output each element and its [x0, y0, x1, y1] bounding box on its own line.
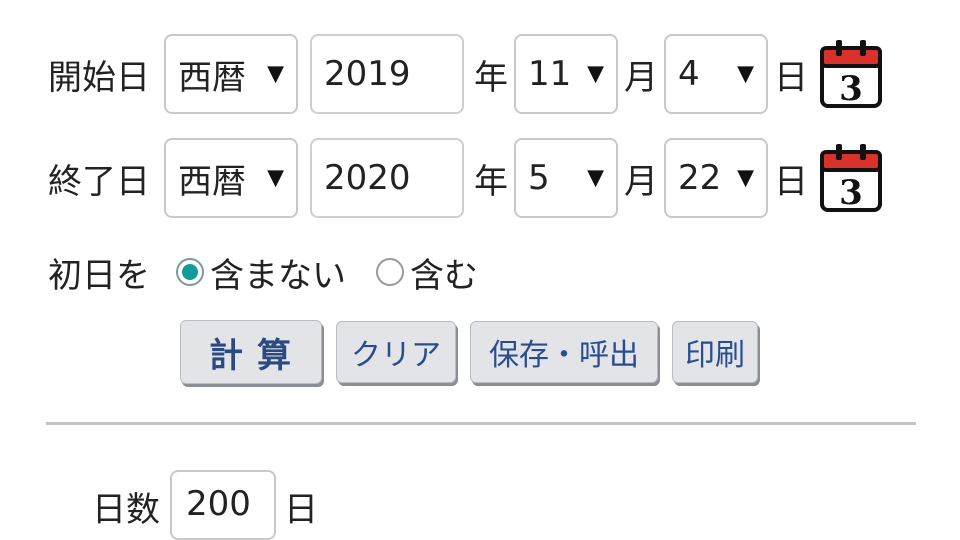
- result-row: 日数 200 日: [92, 470, 318, 540]
- start-month-unit: 月: [624, 57, 658, 98]
- start-month-select[interactable]: 11 ▼: [514, 34, 618, 114]
- end-day-select[interactable]: 22 ▼: [664, 138, 768, 218]
- action-buttons: 計算 クリア 保存・呼出 印刷: [180, 320, 772, 384]
- end-date-label: 終了日: [48, 161, 150, 202]
- calendar-icon[interactable]: 3: [818, 142, 884, 214]
- calendar-day-number: 3: [839, 173, 863, 213]
- end-date-row: 終了日 西暦 ▼ 2020 年 5 ▼ 月 22 ▼ 日 3: [48, 138, 884, 218]
- first-day-row: 初日を 含まない 含む: [48, 242, 478, 302]
- result-label: 日数: [92, 490, 160, 530]
- calendar-icon[interactable]: 3: [818, 38, 884, 110]
- dropdown-arrow-icon: ▼: [587, 61, 604, 87]
- end-era-value: 西暦: [178, 161, 246, 202]
- end-year-input[interactable]: 2020: [310, 138, 464, 218]
- end-month-value: 5: [528, 158, 550, 198]
- start-date-row: 開始日 西暦 ▼ 2019 年 11 ▼ 月 4 ▼ 日 3: [48, 34, 884, 114]
- start-year-unit: 年: [474, 57, 508, 98]
- calculate-button[interactable]: 計算: [180, 320, 322, 384]
- save-load-button[interactable]: 保存・呼出: [470, 321, 658, 383]
- print-button[interactable]: 印刷: [672, 321, 758, 383]
- dropdown-arrow-icon: ▼: [737, 61, 754, 87]
- start-day-select[interactable]: 4 ▼: [664, 34, 768, 114]
- start-day-value: 4: [678, 54, 700, 94]
- radio-include-label[interactable]: 含む: [410, 248, 478, 297]
- end-day-unit: 日: [774, 161, 808, 202]
- result-days-field: 200: [170, 470, 276, 540]
- end-year-value: 2020: [324, 158, 411, 198]
- calendar-day-number: 3: [839, 69, 863, 109]
- dropdown-arrow-icon: ▼: [737, 165, 754, 191]
- dropdown-arrow-icon: ▼: [587, 165, 604, 191]
- start-era-value: 西暦: [178, 57, 246, 98]
- start-month-value: 11: [528, 54, 572, 94]
- first-day-label: 初日を: [48, 255, 150, 296]
- divider: [46, 422, 916, 425]
- start-era-select[interactable]: 西暦 ▼: [164, 34, 298, 114]
- clear-button[interactable]: クリア: [336, 321, 456, 383]
- radio-include-first-day[interactable]: [376, 258, 404, 286]
- result-unit: 日: [284, 490, 318, 530]
- end-year-unit: 年: [474, 161, 508, 202]
- dropdown-arrow-icon: ▼: [267, 165, 284, 191]
- start-year-value: 2019: [324, 54, 411, 94]
- radio-exclude-first-day[interactable]: [176, 258, 204, 286]
- end-month-select[interactable]: 5 ▼: [514, 138, 618, 218]
- end-month-unit: 月: [624, 161, 658, 202]
- end-day-value: 22: [678, 158, 722, 198]
- start-year-input[interactable]: 2019: [310, 34, 464, 114]
- start-date-label: 開始日: [48, 57, 150, 98]
- end-era-select[interactable]: 西暦 ▼: [164, 138, 298, 218]
- dropdown-arrow-icon: ▼: [267, 61, 284, 87]
- radio-exclude-label[interactable]: 含まない: [210, 248, 346, 297]
- start-day-unit: 日: [774, 57, 808, 98]
